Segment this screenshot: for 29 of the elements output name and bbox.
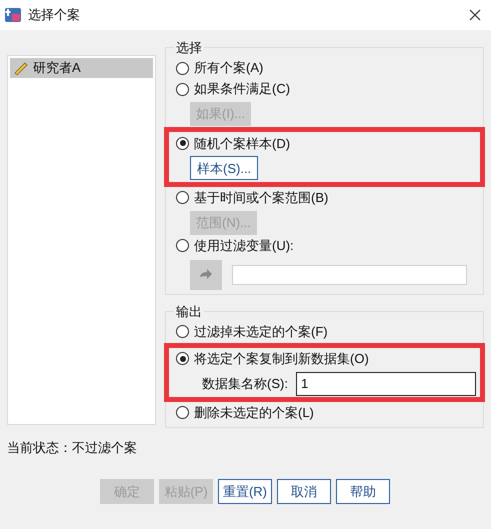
dialog-button[interactable]: 取消	[277, 479, 331, 504]
option-label: 将选定个案复制到新数据集(O)	[194, 350, 369, 368]
dialog-button[interactable]: 重置(R)	[218, 479, 272, 504]
option-label: 随机个案样本(D)	[194, 134, 290, 153]
radio-button[interactable]	[176, 62, 189, 74]
option-label: 如果条件满足(C)	[194, 80, 290, 98]
option-label: 使用过滤变量(U):	[194, 237, 294, 255]
option-label: 删除未选定的个案(L)	[194, 404, 314, 422]
close-icon	[469, 9, 481, 21]
variable-item[interactable]: 研究者A	[10, 58, 153, 78]
radio-button[interactable]	[176, 325, 189, 338]
dialog-button[interactable]: 帮助	[336, 479, 390, 504]
field-label: 数据集名称(S):	[202, 375, 288, 393]
option-label: 所有个案(A)	[194, 59, 264, 78]
window-title: 选择个案	[28, 6, 81, 24]
option-label: 过滤掉未选定的个案(F)	[194, 323, 328, 341]
option-button[interactable]: 样本(S)...	[190, 156, 258, 180]
radio-button[interactable]	[176, 82, 189, 96]
radio-button[interactable]	[176, 239, 189, 252]
app-icon	[4, 6, 22, 24]
ruler-icon	[13, 61, 29, 75]
radio-button[interactable]	[176, 352, 189, 366]
option-label: 基于时间或个案范围(B)	[194, 188, 328, 207]
radio-button[interactable]	[176, 406, 189, 420]
variable-field[interactable]	[232, 264, 467, 285]
radio-button[interactable]	[176, 136, 189, 150]
status-text: 当前状态：不过滤个案	[6, 438, 138, 457]
dataset-name-field[interactable]: 1	[296, 372, 476, 396]
radio-button[interactable]	[176, 191, 189, 204]
